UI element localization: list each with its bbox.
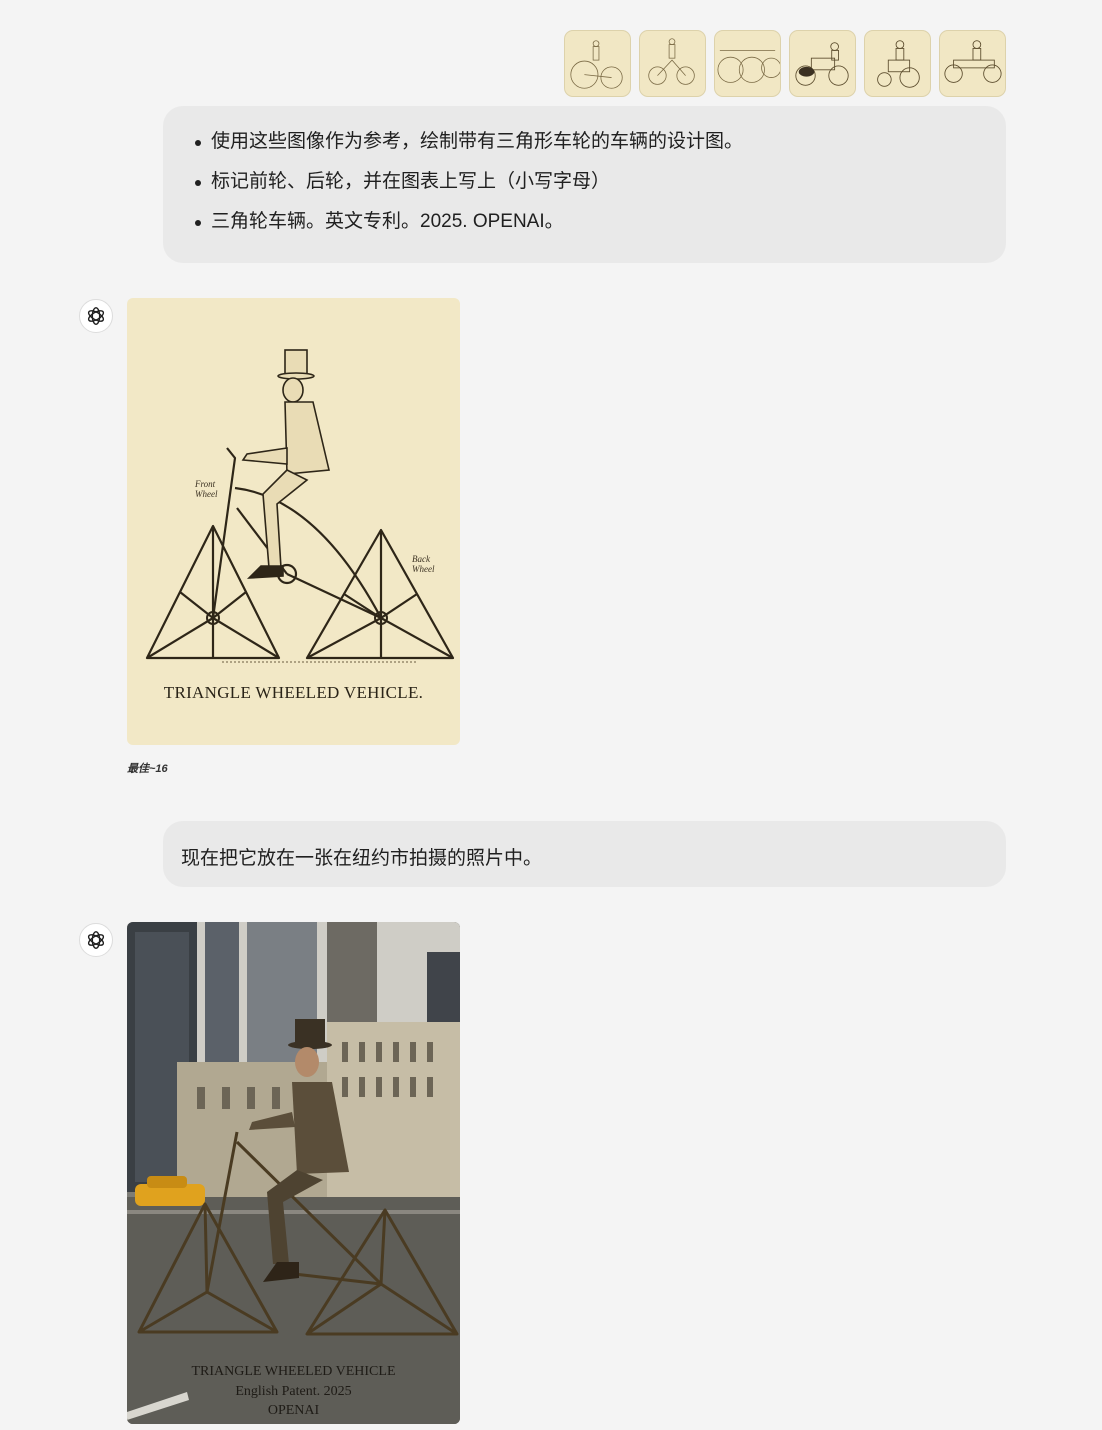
reference-thumbnail[interactable] <box>639 30 706 97</box>
openai-logo-icon <box>87 931 105 949</box>
reference-thumbnail[interactable] <box>864 30 931 97</box>
photo-caption-company: OPENAI <box>267 1403 320 1418</box>
generated-nyc-photo[interactable]: TRIANGLE WHEELED VEHICLE English Patent.… <box>127 922 460 1424</box>
photo-caption-patent: English Patent. 2025 <box>235 1383 352 1399</box>
reference-thumbnail[interactable] <box>564 30 631 97</box>
nyc-street-scene <box>127 922 460 1424</box>
engraving-thumbnail-image <box>570 40 623 89</box>
engraving-thumbnail-image <box>877 40 920 88</box>
photo-caption: TRIANGLE WHEELED VEHICLE English Patent.… <box>127 1362 460 1421</box>
reference-thumbnail[interactable] <box>714 30 781 97</box>
user-message-bubble: 现在把它放在一张在纽约市拍摄的照片中。 <box>163 821 1006 887</box>
patent-illustration <box>145 349 455 663</box>
assistant-avatar <box>79 299 113 333</box>
user-message-item: 使用这些图像作为参考，绘制带有三角形车轮的车辆的设计图。 <box>193 132 976 152</box>
patent-title: TRIANGLE WHEELED VEHICLE. <box>163 683 424 702</box>
user-message-bubble: 使用这些图像作为参考，绘制带有三角形车轮的车辆的设计图。 标记前轮、后轮，并在图… <box>163 106 1006 263</box>
photo-caption-title: TRIANGLE WHEELED VEHICLE <box>191 1364 396 1379</box>
openai-logo-icon <box>87 307 105 325</box>
image-meta-caption: 最佳~16 <box>127 763 168 775</box>
user-message-item: 三角轮车辆。英文专利。2025. OPENAI。 <box>193 212 976 232</box>
generated-patent-drawing[interactable]: Front Wheel Back Wheel TRIANGLE WHEELED … <box>127 298 460 745</box>
reference-thumbnail[interactable] <box>939 30 1006 97</box>
front-wheel-label: Front Wheel <box>195 479 218 499</box>
back-wheel-label: Back Wheel <box>412 554 435 574</box>
user-message-list: 使用这些图像作为参考，绘制带有三角形车轮的车辆的设计图。 标记前轮、后轮，并在图… <box>193 132 976 232</box>
reference-thumbnails <box>564 30 1006 97</box>
engraving-thumbnail-image <box>648 38 695 85</box>
engraving-thumbnail-image <box>795 42 849 86</box>
user-message-item: 标记前轮、后轮，并在图表上写上（小写字母） <box>193 172 976 192</box>
assistant-avatar <box>79 923 113 957</box>
engraving-thumbnail-image <box>717 50 780 83</box>
engraving-thumbnail-image <box>944 40 1002 83</box>
reference-thumbnail[interactable] <box>789 30 856 97</box>
